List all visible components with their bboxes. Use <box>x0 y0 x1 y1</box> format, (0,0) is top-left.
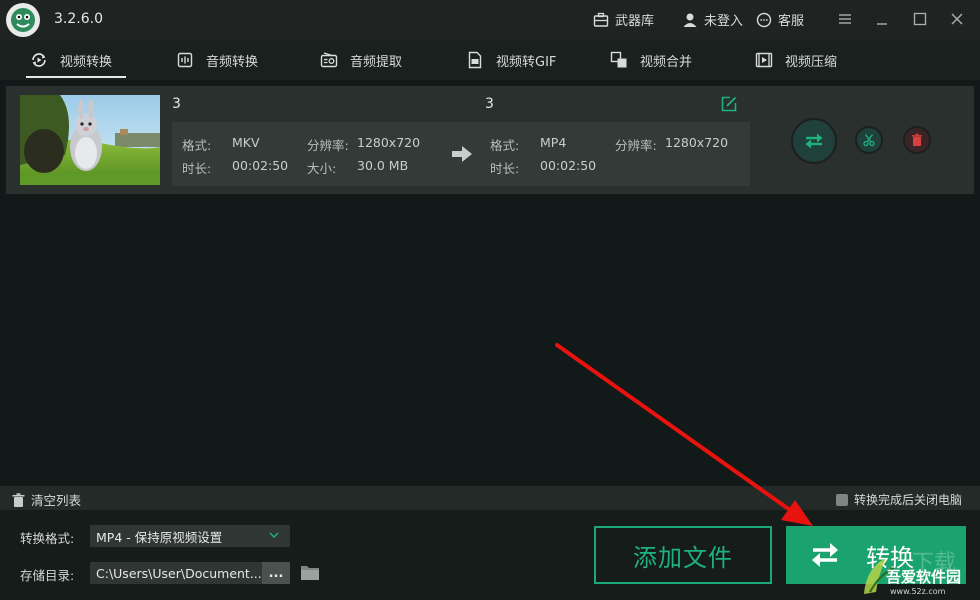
add-file-button[interactable]: 添加文件 <box>594 526 772 584</box>
source-duration-label: 时长: <box>182 158 211 177</box>
output-directory-value: C:\Users\User\Document... <box>96 566 262 581</box>
tab-label: 视频转换 <box>60 51 112 70</box>
output-settings-panel: 转换格式: MP4 - 保持原视频设置 存储目录: C:\Users\User\… <box>0 510 980 600</box>
video-convert-icon <box>30 51 48 69</box>
list-actions-bar: 清空列表 转换完成后关闭电脑 <box>0 486 980 510</box>
audio-extract-icon <box>320 51 338 69</box>
delete-button[interactable] <box>903 126 931 154</box>
logo-icon <box>9 6 37 34</box>
video-thumbnail[interactable] <box>20 95 160 185</box>
source-size-value: 30.0 MB <box>357 158 408 173</box>
output-directory-field[interactable]: C:\Users\User\Document... <box>90 562 262 584</box>
feature-tabs: 视频转换 音频转换 音频提取 视频转GIF 视频合并 <box>0 40 980 80</box>
swap-icon <box>802 129 826 153</box>
target-duration-label: 时长: <box>490 158 519 177</box>
maximize-button[interactable] <box>911 10 929 28</box>
chat-icon <box>756 12 772 28</box>
app-version: 3.2.6.0 <box>54 11 103 27</box>
format-label: 转换格式: <box>20 528 74 547</box>
support-label: 客服 <box>778 10 804 29</box>
close-icon <box>949 11 965 27</box>
clear-list-button[interactable]: 清空列表 <box>12 490 81 509</box>
source-size-label: 大小: <box>307 158 336 177</box>
target-resolution-label: 分辨率: <box>615 135 657 154</box>
source-file-name: 3 <box>172 96 181 112</box>
maximize-icon <box>912 11 928 27</box>
arsenal-label: 武器库 <box>615 10 654 29</box>
tab-label: 视频转GIF <box>496 51 556 70</box>
title-bar: 3.2.6.0 武器库 未登入 客服 <box>0 0 980 40</box>
file-item: 3 3 格式: MKV 分辨率: 1280x720 时长: 00:02:50 大… <box>6 86 974 194</box>
edit-icon[interactable] <box>720 95 738 113</box>
tab-label: 音频转换 <box>206 51 258 70</box>
tab-audio-extract[interactable]: 音频提取 <box>320 40 402 80</box>
file-info-panel: 格式: MKV 分辨率: 1280x720 时长: 00:02:50 大小: 3… <box>172 122 750 186</box>
source-duration-value: 00:02:50 <box>232 158 288 173</box>
arsenal-button[interactable]: 武器库 <box>593 10 654 29</box>
convert-file-button[interactable] <box>791 118 837 164</box>
gif-icon <box>466 51 484 69</box>
close-button[interactable] <box>948 10 966 28</box>
user-icon <box>682 12 698 28</box>
source-format-label: 格式: <box>182 135 211 154</box>
tab-video-convert[interactable]: 视频转换 <box>26 40 126 80</box>
arrow-right-icon <box>452 146 472 162</box>
audio-convert-icon <box>176 51 194 69</box>
tab-video-merge[interactable]: 视频合并 <box>610 40 692 80</box>
shutdown-checkbox[interactable] <box>836 494 848 506</box>
folder-icon[interactable] <box>300 564 320 581</box>
scissors-icon <box>862 133 876 147</box>
shutdown-option[interactable]: 转换完成后关闭电脑 <box>836 491 962 508</box>
chevron-down-icon <box>268 529 280 541</box>
app-logo <box>6 3 40 37</box>
hamburger-icon <box>837 11 853 27</box>
minimize-button[interactable] <box>873 10 891 28</box>
target-file-name: 3 <box>485 96 494 112</box>
login-button[interactable]: 未登入 <box>682 10 743 29</box>
tab-label: 视频合并 <box>640 51 692 70</box>
clear-list-label: 清空列表 <box>31 490 81 509</box>
target-format-label: 格式: <box>490 135 519 154</box>
merge-icon <box>610 51 628 69</box>
trash-icon <box>910 133 924 147</box>
source-resolution-label: 分辨率: <box>307 135 349 154</box>
tab-video-to-gif[interactable]: 视频转GIF <box>466 40 556 80</box>
target-format-value: MP4 <box>540 135 566 150</box>
trash-icon <box>12 493 25 507</box>
shutdown-label: 转换完成后关闭电脑 <box>854 491 962 508</box>
tab-audio-convert[interactable]: 音频转换 <box>176 40 258 80</box>
dir-label: 存储目录: <box>20 565 74 584</box>
source-format-value: MKV <box>232 135 260 150</box>
toolbox-icon <box>593 12 609 28</box>
source-resolution-value: 1280x720 <box>357 135 420 150</box>
browse-button[interactable]: ... <box>262 562 290 584</box>
target-duration-value: 00:02:50 <box>540 158 596 173</box>
swap-icon <box>808 538 842 572</box>
tab-label: 音频提取 <box>350 51 402 70</box>
minimize-icon <box>874 11 890 27</box>
thumbnail-image <box>20 95 160 185</box>
output-format-select[interactable]: MP4 - 保持原视频设置 <box>90 525 290 547</box>
target-resolution-value: 1280x720 <box>665 135 728 150</box>
output-format-value: MP4 - 保持原视频设置 <box>96 527 222 546</box>
watermark-url: www.52z.com <box>890 587 945 596</box>
cut-button[interactable] <box>855 126 883 154</box>
tab-video-compress[interactable]: 视频压缩 <box>755 40 837 80</box>
watermark-text: 吾爱软件园 <box>886 566 961 587</box>
compress-icon <box>755 51 773 69</box>
tab-label: 视频压缩 <box>785 51 837 70</box>
menu-button[interactable] <box>836 10 854 28</box>
support-button[interactable]: 客服 <box>756 10 804 29</box>
login-label: 未登入 <box>704 10 743 29</box>
